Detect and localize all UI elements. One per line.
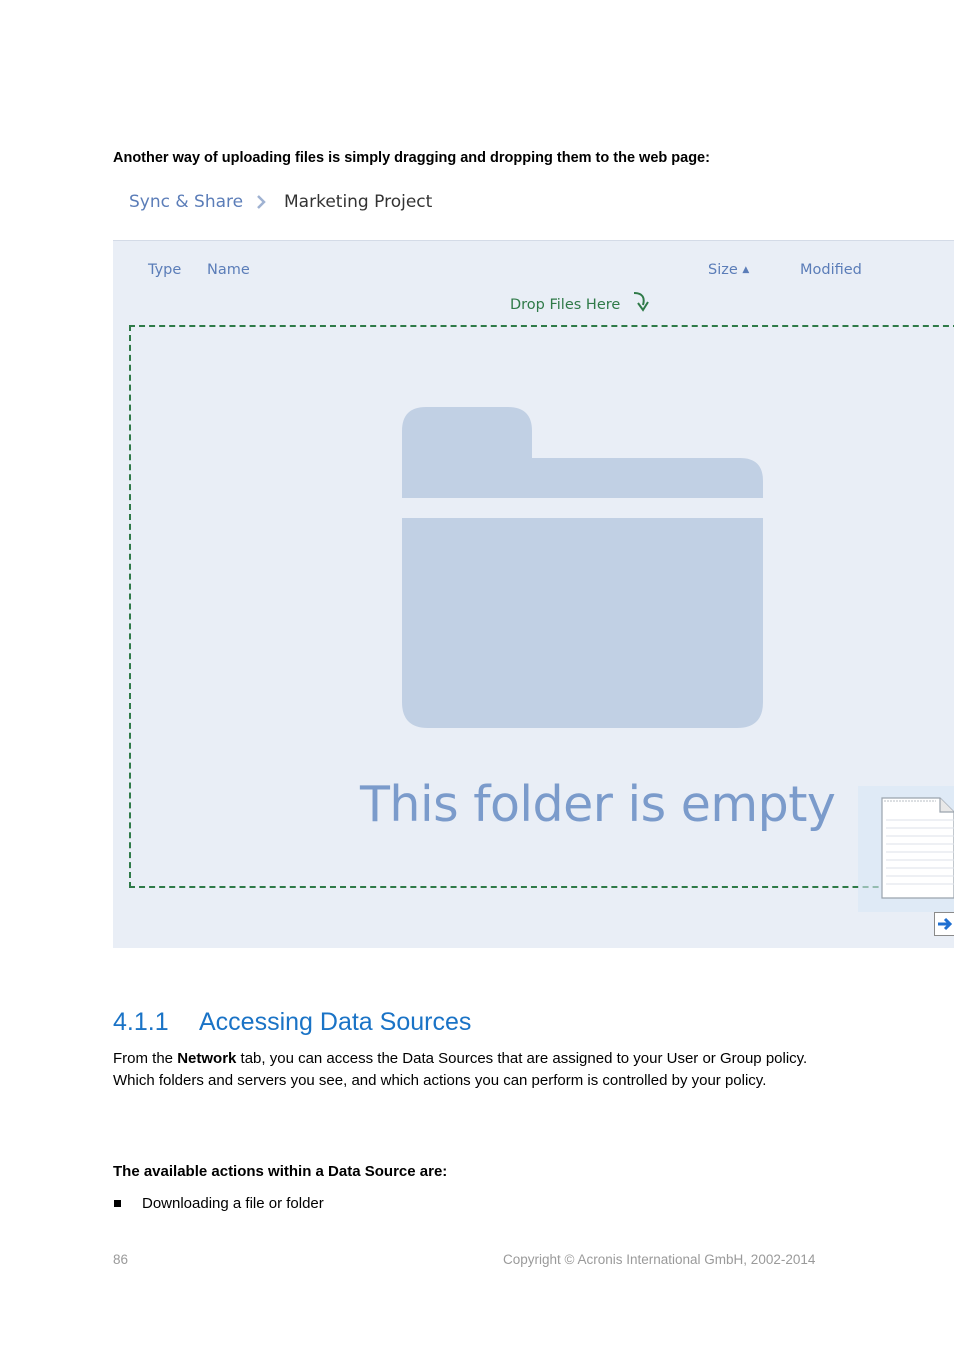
drop-files-label: Drop Files Here — [510, 297, 621, 313]
column-header-name[interactable]: Name — [207, 262, 250, 278]
empty-folder-message: This folder is empty — [360, 776, 836, 833]
column-header-size-label: Size — [708, 262, 738, 278]
dragged-file-icon — [858, 786, 954, 912]
intro-text: Another way of uploading files is simply… — [113, 150, 710, 166]
breadcrumb-current: Marketing Project — [284, 192, 433, 212]
bullet-square-icon — [114, 1200, 121, 1207]
page-number: 86 — [113, 1252, 129, 1267]
list-item: Downloading a file or folder — [142, 1195, 324, 1212]
column-header-size[interactable]: Size ▲ — [708, 262, 749, 278]
move-arrow-icon — [934, 912, 954, 936]
actions-heading: The available actions within a Data Sour… — [113, 1163, 448, 1180]
section-title: Accessing Data Sources — [199, 1008, 472, 1036]
column-header-type[interactable]: Type — [148, 262, 181, 278]
empty-folder-icon — [402, 407, 763, 728]
paragraph-text-start: From the — [113, 1050, 178, 1067]
column-header-modified[interactable]: Modified — [800, 262, 862, 278]
paragraph-bold-network: Network — [177, 1050, 237, 1067]
section-paragraph: From the Network tab, you can access the… — [113, 1048, 843, 1092]
section-number: 4.1.1 — [113, 1008, 169, 1036]
curved-arrow-down-icon — [633, 292, 649, 312]
breadcrumb-sync-share-link[interactable]: Sync & Share — [129, 192, 243, 212]
sort-ascending-icon: ▲ — [742, 265, 750, 275]
chevron-right-icon — [257, 195, 266, 209]
copyright-notice: Copyright © Acronis International GmbH, … — [503, 1252, 816, 1267]
